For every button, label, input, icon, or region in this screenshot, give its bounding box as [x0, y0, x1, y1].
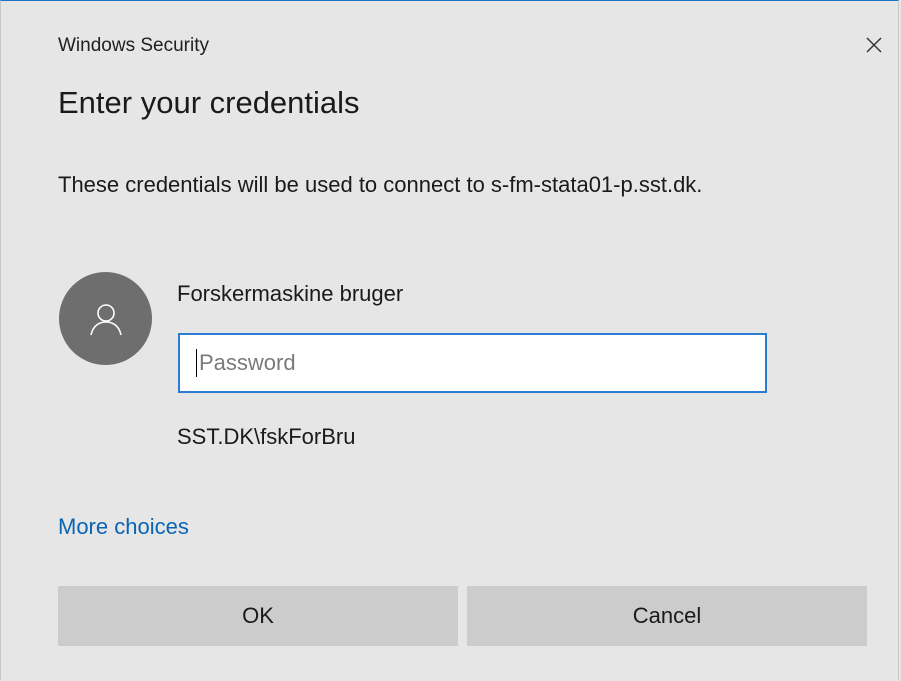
user-icon — [89, 303, 122, 335]
close-button[interactable] — [856, 27, 892, 63]
close-icon — [866, 37, 882, 53]
avatar — [59, 272, 152, 365]
dialog-description: These credentials will be used to connec… — [58, 172, 703, 197]
ok-button[interactable]: OK — [58, 586, 458, 646]
window-title: Windows Security — [58, 35, 209, 56]
account-display-name: Forskermaskine bruger — [177, 281, 404, 306]
password-input[interactable] — [178, 333, 767, 393]
text-caret — [196, 349, 197, 377]
cancel-button[interactable]: Cancel — [467, 586, 867, 646]
domain-username: SST.DK\fskForBru — [177, 424, 356, 449]
more-choices-link[interactable]: More choices — [58, 514, 189, 540]
dialog-heading: Enter your credentials — [58, 85, 360, 120]
credentials-dialog: Windows Security Enter your credentials … — [0, 0, 899, 680]
